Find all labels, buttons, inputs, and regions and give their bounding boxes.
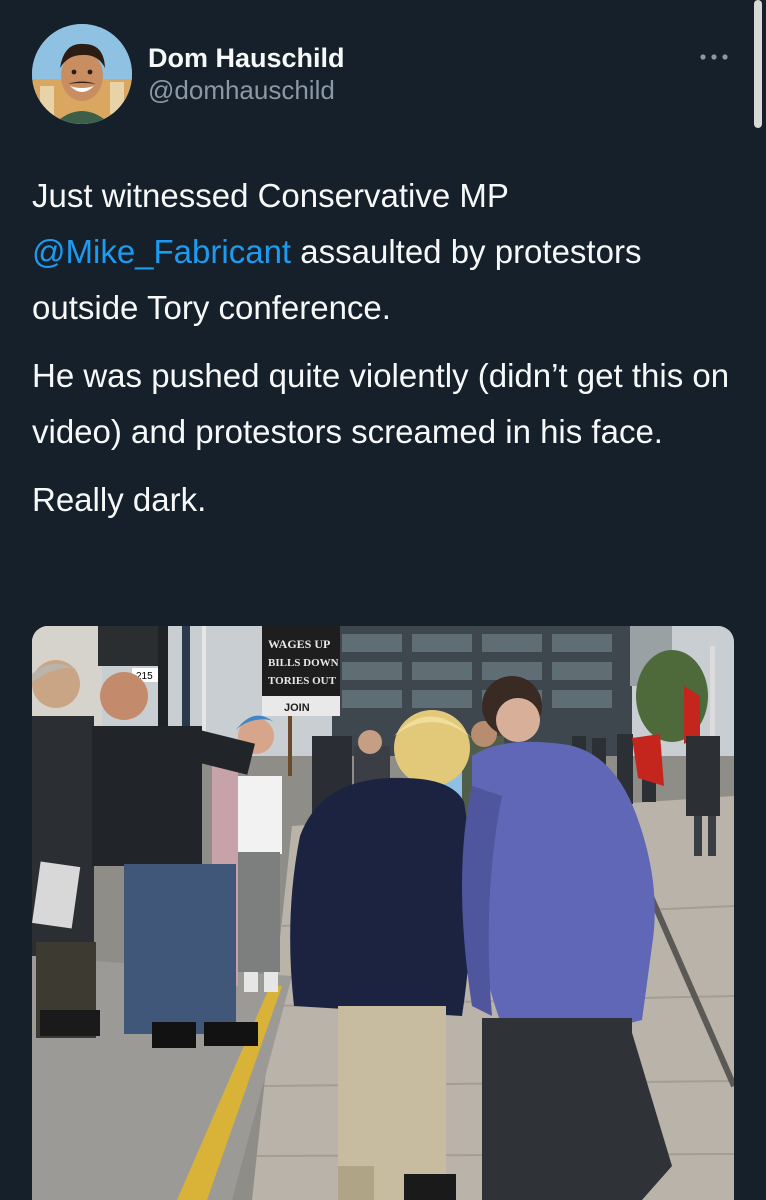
avatar[interactable] [32,24,132,124]
tweet-paragraph-1: Just witnessed Conservative MP @Mike_Fab… [32,168,742,336]
ellipsis-icon [700,54,728,60]
tweet-paragraph-2: He was pushed quite violently (didn’t ge… [32,357,730,450]
protest-sign-line: WAGES UP [268,637,330,651]
scrollbar[interactable] [754,0,762,128]
protest-sign-line: TORIES OUT [268,675,337,687]
tweet-text-segment: Just witnessed Conservative MP [32,177,509,214]
protest-sign-line: BILLS DOWN [268,657,339,669]
author-names: Dom Hauschild @domhauschild [148,42,345,106]
tweet-paragraph-3: Really dark. [32,481,207,518]
author-display-name[interactable]: Dom Hauschild [148,42,345,74]
protest-scene-image: 215 WAGES UP BILLS DOWN TORIES OUT JOIN [32,626,734,1200]
tweet-card: Dom Hauschild @domhauschild Just witness… [0,0,766,1200]
more-options-button[interactable] [694,42,734,72]
protest-sign-text: WAGES UP BILLS DOWN TORIES OUT [268,637,339,687]
protest-sign-strip: JOIN [284,702,310,714]
tweet-media-image[interactable]: 215 WAGES UP BILLS DOWN TORIES OUT JOIN [32,626,734,1200]
mention-link[interactable]: @Mike_Fabricant [32,233,291,270]
tweet-text: Just witnessed Conservative MP @Mike_Fab… [32,168,742,540]
tweet-header: Dom Hauschild @domhauschild [32,24,734,124]
author-handle[interactable]: @domhauschild [148,74,345,106]
